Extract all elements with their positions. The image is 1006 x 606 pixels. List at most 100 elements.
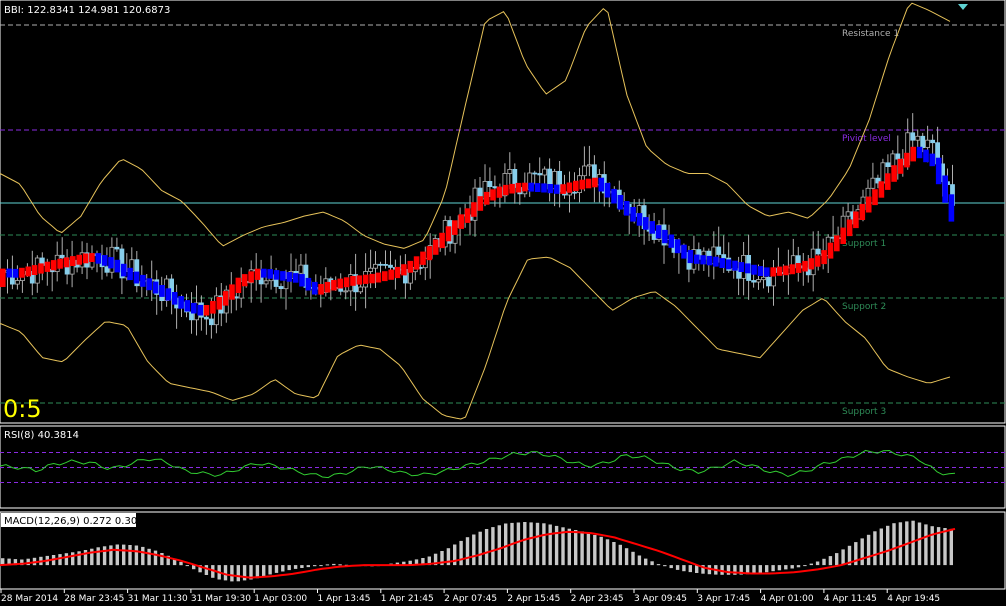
heiken-down-block <box>604 182 611 198</box>
heiken-down-block <box>547 184 554 194</box>
heiken-down-block <box>713 256 719 267</box>
candle-up <box>925 139 930 148</box>
heiken-up-block <box>420 251 426 265</box>
heiken-down-block <box>700 255 706 265</box>
heiken-up-block <box>241 274 248 287</box>
macd-histogram-bar <box>204 565 209 575</box>
macd-histogram-bar <box>147 548 151 566</box>
macd-histogram-bar <box>771 565 775 572</box>
heiken-down-block <box>165 288 172 301</box>
heiken-down-block <box>121 263 127 277</box>
candle-down <box>233 296 239 299</box>
heiken-down-block <box>719 258 725 268</box>
heiken-up-block <box>515 182 522 193</box>
heiken-down-block <box>108 257 114 269</box>
heiken-up-block <box>445 226 452 242</box>
heiken-down-block <box>694 254 700 264</box>
time-axis-label: 2 Apr 07:45 <box>444 594 497 604</box>
heiken-up-block <box>458 214 464 229</box>
macd-histogram-bar <box>790 565 794 569</box>
macd-histogram-bar <box>109 545 113 566</box>
macd-histogram-bar <box>777 565 782 571</box>
macd-histogram-bar <box>319 565 323 567</box>
heiken-down-block <box>725 259 732 270</box>
heiken-down-block <box>623 201 630 216</box>
macd-histogram-bar <box>917 522 922 566</box>
heiken-up-block <box>897 158 904 174</box>
candle-up <box>582 165 587 177</box>
candle-up <box>761 276 766 281</box>
heiken-up-block <box>210 301 216 314</box>
heiken-down-block <box>649 221 655 234</box>
heiken-up-block <box>318 284 324 295</box>
heiken-down-block <box>6 268 12 278</box>
candle-up <box>263 280 269 285</box>
heiken-up-block <box>795 263 802 273</box>
heiken-down-block <box>674 239 681 254</box>
macd-histogram-bar <box>822 558 826 566</box>
candle-up <box>587 164 592 167</box>
heiken-up-block <box>439 232 445 249</box>
trading-chart[interactable]: Resistance 1 Piviot level Support 1 Support… <box>0 0 1006 606</box>
macd-histogram-bar <box>77 551 81 566</box>
heiken-up-block <box>432 239 439 255</box>
heiken-down-block <box>261 268 267 278</box>
heiken-up-block <box>490 189 496 201</box>
heiken-down-block <box>929 153 936 167</box>
candle-down <box>492 186 498 189</box>
macd-histogram-bar <box>230 565 234 582</box>
heiken-up-block <box>573 180 579 191</box>
heiken-up-block <box>50 260 57 271</box>
macd-histogram-bar <box>71 552 75 566</box>
heiken-up-block <box>910 146 916 162</box>
heiken-up-block <box>814 255 821 267</box>
heiken-up-block <box>566 182 573 193</box>
macd-panel-header: MACD(12,26,9) 0.272 0.304 <box>4 516 144 527</box>
candle-down <box>383 263 388 266</box>
heiken-up-block <box>38 263 44 274</box>
candle-down <box>203 316 209 320</box>
macd-histogram-bar <box>122 544 126 566</box>
heiken-down-block <box>681 244 687 259</box>
heiken-up-block <box>789 264 796 275</box>
heiken-up-block <box>471 202 477 217</box>
heiken-up-block <box>872 189 878 206</box>
heiken-up-block <box>407 260 414 273</box>
heiken-up-block <box>585 178 592 189</box>
heiken-down-block <box>630 207 636 222</box>
macd-histogram-bar <box>841 549 845 566</box>
candle-down <box>388 264 393 268</box>
macd-histogram-bar <box>631 551 635 566</box>
heiken-up-block <box>31 265 38 275</box>
macd-histogram-bar <box>886 525 890 566</box>
macd-histogram-bar <box>504 523 508 566</box>
macd-histogram-bar <box>682 565 686 572</box>
heiken-up-block <box>343 277 350 288</box>
heiken-down-block <box>662 229 668 244</box>
macd-histogram-bar <box>128 545 132 566</box>
candle-up <box>915 135 921 141</box>
macd-histogram-bar <box>64 553 69 566</box>
macd-histogram-bar <box>554 525 559 566</box>
heiken-down-block <box>553 184 560 194</box>
macd-histogram-bar <box>809 563 813 566</box>
heiken-up-block <box>254 268 261 280</box>
heiken-up-block <box>382 271 388 282</box>
heiken-up-block <box>337 278 343 289</box>
macd-histogram-bar <box>644 558 648 566</box>
level-label: Support 1 <box>842 239 886 249</box>
macd-histogram-bar <box>478 531 482 566</box>
price-panel-header: BBI: 122.8341 124.981 120.6873 <box>4 5 170 16</box>
heiken-up-block <box>840 227 846 244</box>
heiken-up-block <box>57 258 63 269</box>
macd-histogram-bar <box>879 528 883 566</box>
heiken-down-block <box>152 281 159 294</box>
heiken-up-block <box>846 219 853 237</box>
time-axis-label: 28 Mar 23:45 <box>64 594 124 604</box>
heiken-up-block <box>509 183 515 194</box>
heiken-up-block <box>859 203 866 220</box>
heiken-up-block <box>426 246 433 261</box>
macd-histogram-bar <box>134 545 139 566</box>
time-axis-label: 3 Apr 09:45 <box>634 594 687 604</box>
heiken-up-block <box>452 220 458 235</box>
